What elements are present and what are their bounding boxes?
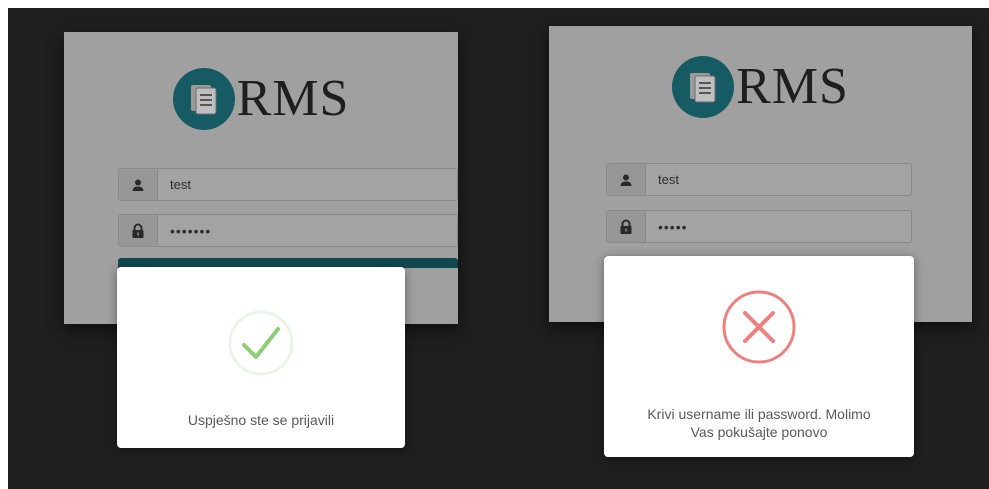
close-icon <box>721 289 797 370</box>
lock-icon <box>607 211 646 242</box>
error-modal: Krivi username ili password. Molimo Vas … <box>604 256 914 457</box>
password-field[interactable]: ••••••• <box>118 214 458 247</box>
password-value: ••••••• <box>170 222 212 239</box>
app-logo-text: RMS <box>736 58 849 115</box>
username-field[interactable]: test <box>606 163 912 196</box>
checkmark-icon <box>227 309 295 382</box>
document-icon <box>172 68 235 130</box>
username-value: test <box>658 172 679 187</box>
app-logo-text: RMS <box>236 70 350 127</box>
success-modal: Uspješno ste se prijavili <box>117 267 405 448</box>
error-message: Krivi username ili password. Molimo Vas … <box>614 405 904 441</box>
error-message-line-1: Krivi username ili password. Molimo <box>647 406 871 422</box>
success-message: Uspješno ste se prijavili <box>187 412 335 428</box>
app-logo: RMS <box>64 68 458 130</box>
password-field[interactable]: ••••• <box>606 210 912 243</box>
username-value: test <box>170 177 191 192</box>
user-icon <box>119 169 158 200</box>
lock-icon <box>119 215 158 246</box>
username-field[interactable]: test <box>118 168 458 201</box>
error-message-line-2: Vas pokušajte ponovo <box>690 424 828 440</box>
document-icon <box>672 56 735 118</box>
app-logo: RMS <box>549 56 972 118</box>
password-value: ••••• <box>658 218 688 235</box>
user-icon <box>607 164 646 195</box>
